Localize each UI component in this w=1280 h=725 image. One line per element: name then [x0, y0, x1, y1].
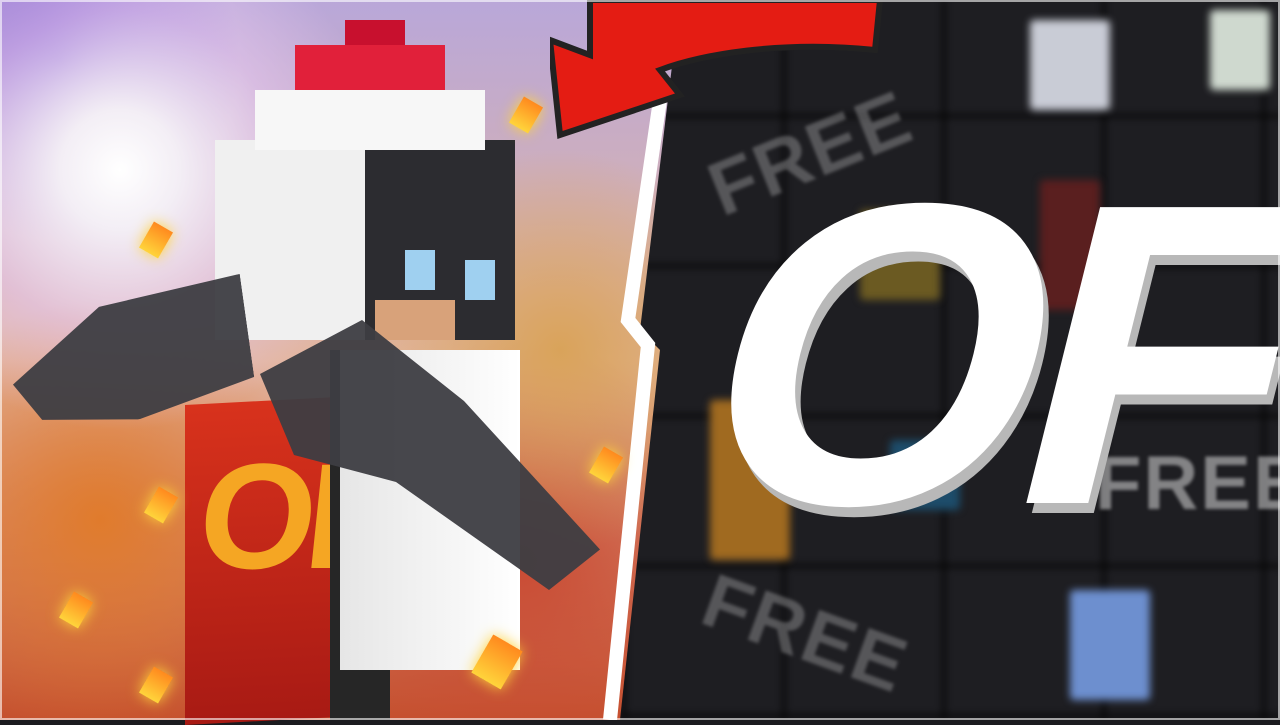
cape-tile [1070, 590, 1150, 700]
cape-tile [1210, 10, 1270, 90]
lightning-divider [603, 100, 667, 720]
santa-hat [255, 20, 485, 150]
cape-tile [1030, 20, 1110, 110]
optifine-logo: OF [660, 115, 1280, 595]
